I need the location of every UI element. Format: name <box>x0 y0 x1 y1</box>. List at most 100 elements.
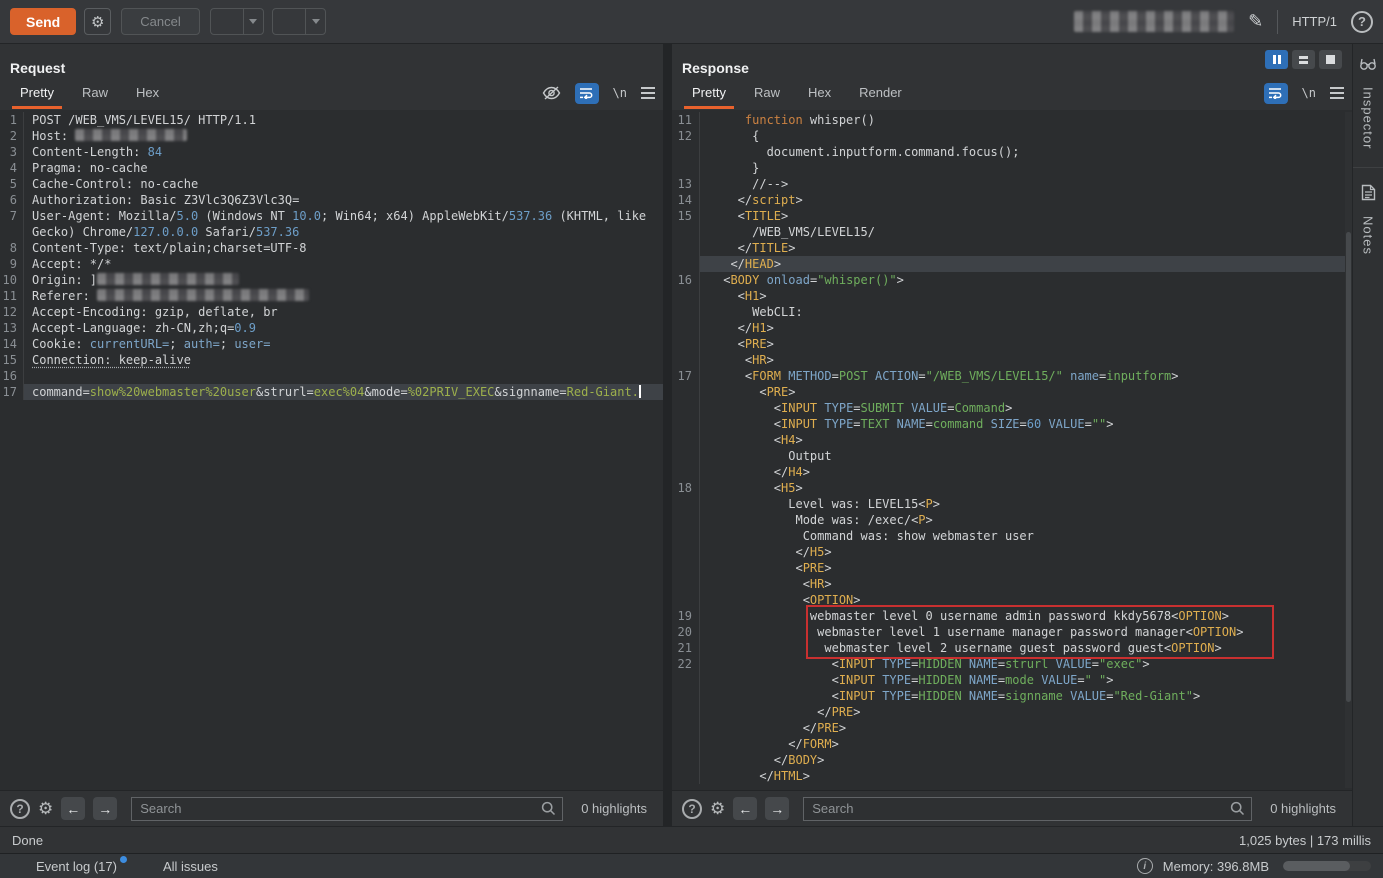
code-line[interactable]: 10Origin: ] <box>0 272 663 288</box>
code-line[interactable]: Mode was: /exec/<P> <box>672 512 1352 528</box>
info-icon[interactable]: i <box>1137 858 1153 874</box>
search-settings-gear-icon[interactable]: ⚙ <box>38 799 53 819</box>
code-line[interactable]: <H1> <box>672 288 1352 304</box>
tab-raw[interactable]: Raw <box>740 77 794 109</box>
code-line[interactable]: Command was: show webmaster user <box>672 528 1352 544</box>
hide-nonprintable-eye-slash-icon[interactable] <box>542 86 561 100</box>
search-next-button[interactable]: → <box>765 797 789 820</box>
code-line[interactable]: </HEAD> <box>672 256 1352 272</box>
code-line[interactable]: 22 <INPUT TYPE=HIDDEN NAME=strurl VALUE=… <box>672 656 1352 672</box>
code-line[interactable]: 15Connection: keep-alive <box>0 352 663 368</box>
search-help-icon[interactable]: ? <box>10 799 30 819</box>
code-line[interactable]: </HTML> <box>672 768 1352 784</box>
tab-pretty[interactable]: Pretty <box>678 77 740 109</box>
code-line[interactable]: 3Content-Length: 84 <box>0 144 663 160</box>
code-line[interactable]: <HR> <box>672 352 1352 368</box>
code-line[interactable]: 21 webmaster level 2 username guest pass… <box>672 640 1352 656</box>
event-log-tab[interactable]: Event log (17) <box>36 859 117 874</box>
scrollbar-thumb[interactable] <box>1346 232 1351 702</box>
search-prev-button[interactable]: ← <box>733 797 757 820</box>
code-line[interactable]: 13 //--> <box>672 176 1352 192</box>
code-line[interactable]: </PRE> <box>672 720 1352 736</box>
code-line[interactable]: <INPUT TYPE=TEXT NAME=command SIZE=60 VA… <box>672 416 1352 432</box>
show-newlines-icon[interactable]: \n <box>1302 86 1316 100</box>
tab-hex[interactable]: Hex <box>122 77 173 109</box>
notes-icon[interactable] <box>1361 184 1376 206</box>
forward-dropdown[interactable] <box>305 9 325 34</box>
code-line[interactable]: Level was: LEVEL15<P> <box>672 496 1352 512</box>
code-line[interactable]: <INPUT TYPE=SUBMIT VALUE=Command> <box>672 400 1352 416</box>
code-line[interactable]: 6Authorization: Basic Z3Vlc3Q6Z3Vlc3Q= <box>0 192 663 208</box>
code-line[interactable]: <HR> <box>672 576 1352 592</box>
layout-columns-button[interactable] <box>1265 50 1288 69</box>
send-button[interactable]: Send <box>10 8 76 35</box>
code-line[interactable]: 9Accept: */* <box>0 256 663 272</box>
search-settings-gear-icon[interactable]: ⚙ <box>710 799 725 819</box>
code-line[interactable]: 4Pragma: no-cache <box>0 160 663 176</box>
code-line[interactable]: 15 <TITLE> <box>672 208 1352 224</box>
code-line[interactable]: </H4> <box>672 464 1352 480</box>
code-line[interactable]: </H5> <box>672 544 1352 560</box>
code-line[interactable]: 12 { <box>672 128 1352 144</box>
all-issues-tab[interactable]: All issues <box>163 859 218 874</box>
code-line[interactable]: 11 function whisper() <box>672 112 1352 128</box>
panel-divider[interactable] <box>663 44 672 826</box>
code-line[interactable]: <H4> <box>672 432 1352 448</box>
tab-hex[interactable]: Hex <box>794 77 845 109</box>
response-scrollbar[interactable] <box>1345 112 1352 788</box>
code-line[interactable]: </H1> <box>672 320 1352 336</box>
request-editor[interactable]: 1POST /WEB_VMS/LEVEL15/ HTTP/1.12Host: 3… <box>0 110 663 790</box>
code-line[interactable]: 7User-Agent: Mozilla/5.0 (Windows NT 10.… <box>0 208 663 224</box>
code-line[interactable]: 12Accept-Encoding: gzip, deflate, br <box>0 304 663 320</box>
send-settings-button[interactable]: ⚙ <box>84 8 111 35</box>
code-line[interactable]: } <box>672 160 1352 176</box>
layout-single-button[interactable] <box>1319 50 1342 69</box>
editor-menu-hamburger-icon[interactable] <box>1330 87 1344 99</box>
code-line[interactable]: <PRE> <box>672 560 1352 576</box>
back-dropdown[interactable] <box>243 9 263 34</box>
code-line[interactable]: <OPTION> <box>672 592 1352 608</box>
forward-arrow-label[interactable]: > <box>273 9 305 35</box>
forward-history-button[interactable]: > <box>272 8 326 35</box>
code-line[interactable]: 2Host: <box>0 128 663 144</box>
tab-raw[interactable]: Raw <box>68 77 122 109</box>
back-history-button[interactable]: < <box>210 8 264 35</box>
show-newlines-icon[interactable]: \n <box>613 86 627 100</box>
sidebar-item-inspector[interactable]: Inspector <box>1361 87 1376 149</box>
code-line[interactable]: 14 </script> <box>672 192 1352 208</box>
edit-target-pencil-icon[interactable]: ✎ <box>1248 11 1263 32</box>
code-line[interactable]: 16 <BODY onload="whisper()"> <box>672 272 1352 288</box>
code-line[interactable]: <PRE> <box>672 336 1352 352</box>
response-search-input[interactable] <box>803 797 1252 821</box>
code-line[interactable]: </BODY> <box>672 752 1352 768</box>
help-icon[interactable]: ? <box>1351 11 1373 33</box>
word-wrap-toggle-icon[interactable] <box>575 83 599 104</box>
code-line[interactable]: WebCLI: <box>672 304 1352 320</box>
code-line[interactable]: 19 webmaster level 0 username admin pass… <box>672 608 1352 624</box>
request-search-input[interactable] <box>131 797 563 821</box>
code-line[interactable]: 8Content-Type: text/plain;charset=UTF-8 <box>0 240 663 256</box>
code-line[interactable]: 16 <box>0 368 663 384</box>
code-line[interactable]: 5Cache-Control: no-cache <box>0 176 663 192</box>
http-version-label[interactable]: HTTP/1 <box>1292 14 1337 29</box>
cancel-button[interactable]: Cancel <box>121 8 199 35</box>
code-line[interactable]: Gecko) Chrome/127.0.0.0 Safari/537.36 <box>0 224 663 240</box>
code-line[interactable]: 17command=show%20webmaster%20user&strurl… <box>0 384 663 400</box>
search-prev-button[interactable]: ← <box>61 797 85 820</box>
tab-render[interactable]: Render <box>845 77 916 109</box>
code-line[interactable]: 14Cookie: currentURL=; auth=; user= <box>0 336 663 352</box>
code-line[interactable]: 17 <FORM METHOD=POST ACTION="/WEB_VMS/LE… <box>672 368 1352 384</box>
editor-menu-hamburger-icon[interactable] <box>641 87 655 99</box>
code-line[interactable]: </FORM> <box>672 736 1352 752</box>
code-line[interactable]: 13Accept-Language: zh-CN,zh;q=0.9 <box>0 320 663 336</box>
response-editor[interactable]: 11 function whisper()12 { document.input… <box>672 110 1352 790</box>
code-line[interactable]: 18 <H5> <box>672 480 1352 496</box>
sidebar-item-notes[interactable]: Notes <box>1361 216 1376 255</box>
layout-rows-button[interactable] <box>1292 50 1315 69</box>
inspector-icon[interactable] <box>1359 56 1377 77</box>
search-help-icon[interactable]: ? <box>682 799 702 819</box>
code-line[interactable]: document.inputform.command.focus(); <box>672 144 1352 160</box>
code-line[interactable]: </PRE> <box>672 704 1352 720</box>
code-line[interactable]: </TITLE> <box>672 240 1352 256</box>
tab-pretty[interactable]: Pretty <box>6 77 68 109</box>
